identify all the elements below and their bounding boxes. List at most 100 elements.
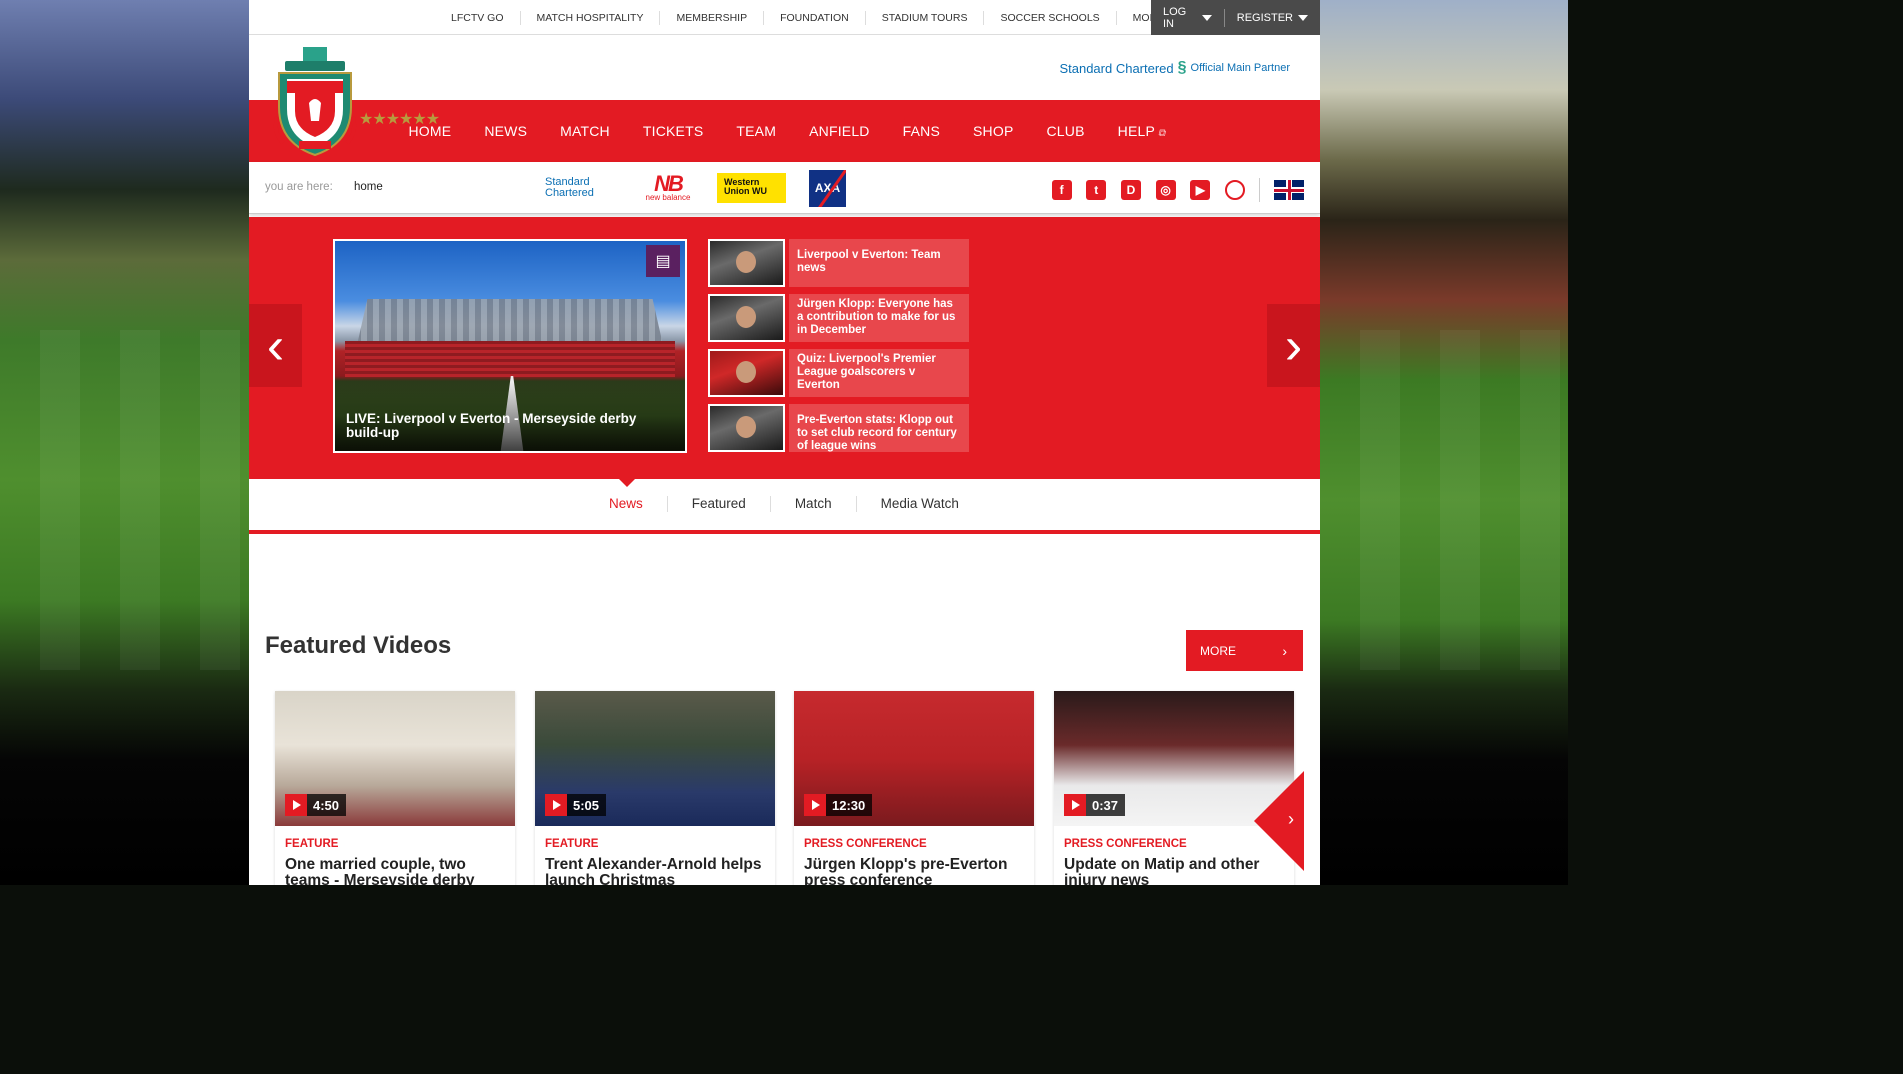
video-title: Jürgen Klopp's pre-Everton press confere…: [804, 856, 1008, 886]
video-thumbnail: 12:30: [794, 691, 1034, 826]
chevron-down-icon: [1201, 14, 1212, 21]
nav-anfield[interactable]: ANFIELD: [793, 123, 887, 139]
link-soccer-schools[interactable]: SOCCER SCHOOLS: [984, 10, 1117, 25]
nav-club[interactable]: CLUB: [1030, 123, 1101, 139]
new-balance-logo: NB: [654, 171, 684, 196]
twitter-icon[interactable]: t: [1086, 180, 1107, 200]
sponsor-western-union[interactable]: Western Union WU: [717, 173, 786, 203]
nav-help-label: HELP: [1117, 123, 1156, 139]
tab-featured[interactable]: Featured: [668, 496, 771, 512]
dugout-icon[interactable]: D: [1120, 180, 1141, 200]
external-link-icon: ⧉: [1158, 128, 1166, 139]
story-thumbnail: [708, 404, 785, 452]
link-membership[interactable]: MEMBERSHIP: [660, 10, 765, 25]
video-duration: 4:50: [313, 797, 340, 813]
story-thumbnail: [708, 349, 785, 397]
chevron-down-icon: [1298, 14, 1308, 21]
link-foundation[interactable]: FOUNDATION: [764, 10, 866, 25]
video-title: One married couple, two teams - Merseysi…: [285, 856, 475, 886]
video-title: Update on Matip and other injury news: [1064, 856, 1260, 886]
story-title: Quiz: Liverpool's Premier League goalsco…: [789, 349, 969, 397]
nav-fans[interactable]: FANS: [886, 123, 956, 139]
video-category: FEATURE: [285, 838, 339, 850]
register-label: REGISTER: [1236, 11, 1293, 24]
video-thumbnail: 0:37: [1054, 691, 1294, 826]
breadcrumb-label: you are here:: [265, 181, 333, 193]
breadcrumb-current[interactable]: home: [354, 181, 383, 193]
social-links: f t D ◎ ▶: [1037, 178, 1304, 202]
login-button[interactable]: LOG IN: [1151, 6, 1224, 30]
club-crest-logo[interactable]: [273, 47, 357, 157]
utility-links: LFCTV GO MATCH HOSPITALITY MEMBERSHIP FO…: [435, 0, 1195, 35]
video-card[interactable]: 5:05 FEATURE Trent Alexander-Arnold help…: [535, 691, 775, 885]
chevron-right-icon: ›: [1282, 642, 1287, 659]
video-duration-badge: 0:37: [1064, 794, 1126, 816]
site-header: ★★★★★★ Standard Chartered § Official Mai…: [249, 35, 1320, 157]
nav-help[interactable]: HELP ⧉: [1101, 123, 1182, 139]
video-duration: 5:05: [573, 797, 600, 813]
social-divider: [1259, 178, 1260, 202]
featured-videos-more-button[interactable]: MORE ›: [1186, 630, 1303, 671]
carousel-prev-button[interactable]: ‹: [249, 304, 302, 387]
play-icon: [545, 794, 567, 816]
video-thumbnail: 5:05: [535, 691, 775, 826]
facebook-icon[interactable]: f: [1051, 180, 1072, 200]
play-icon: [804, 794, 826, 816]
nav-tickets[interactable]: TICKETS: [626, 123, 720, 139]
link-match-hospitality[interactable]: MATCH HOSPITALITY: [521, 10, 661, 25]
partner-name: Standard Chartered: [1059, 60, 1174, 76]
trophy-stars: ★★★★★★: [359, 111, 440, 128]
nav-news[interactable]: NEWS: [468, 123, 544, 139]
tab-media-watch[interactable]: Media Watch: [857, 496, 983, 512]
login-label: LOG IN: [1163, 5, 1187, 30]
carousel-next-button[interactable]: ›: [1267, 304, 1320, 387]
video-title: Trent Alexander-Arnold helps launch Chri…: [545, 856, 762, 886]
hero-story-item[interactable]: Jürgen Klopp: Everyone has a contributio…: [708, 294, 969, 342]
hero-story-item[interactable]: Liverpool v Everton: Team news: [708, 239, 969, 287]
video-duration-badge: 4:50: [285, 794, 347, 816]
tab-news[interactable]: News: [593, 496, 668, 512]
video-category: PRESS CONFERENCE: [804, 838, 927, 850]
stadium-seats-image: [345, 341, 675, 377]
register-button[interactable]: REGISTER: [1225, 12, 1320, 24]
play-icon: [1064, 794, 1086, 816]
stadium-background-left: [0, 0, 249, 885]
video-card[interactable]: 12:30 PRESS CONFERENCE Jürgen Klopp's pr…: [794, 691, 1034, 885]
chevron-right-icon: ›: [1288, 809, 1294, 829]
more-label: MORE: [1200, 643, 1236, 658]
new-balance-text: new balance: [645, 193, 691, 202]
youtube-icon[interactable]: ▶: [1190, 180, 1211, 200]
sponsor-axa[interactable]: AXA: [809, 169, 846, 207]
instagram-icon[interactable]: ◎: [1155, 180, 1176, 200]
story-thumbnail: [708, 294, 785, 342]
nav-match[interactable]: MATCH: [544, 123, 627, 139]
auth-bar: LOG IN REGISTER: [1151, 0, 1320, 35]
link-stadium-tours[interactable]: STADIUM TOURS: [866, 10, 985, 25]
stadium-background-right: [1320, 0, 1568, 885]
video-category: FEATURE: [545, 838, 599, 850]
hero-story-item[interactable]: Quiz: Liverpool's Premier League goalsco…: [708, 349, 969, 397]
video-duration-badge: 5:05: [545, 794, 607, 816]
active-tab-indicator: [618, 478, 636, 487]
language-flag-uk-icon[interactable]: [1274, 180, 1304, 200]
partner-label: Official Main Partner: [1190, 62, 1290, 74]
hero-main-title: LIVE: Liverpool v Everton - Merseyside d…: [346, 411, 637, 440]
sponsor-strip: Standard Chartered NB new balance Wester…: [545, 169, 846, 207]
main-partner[interactable]: Standard Chartered § Official Main Partn…: [1059, 59, 1290, 77]
story-title: Liverpool v Everton: Team news: [789, 239, 969, 287]
hero-story-item[interactable]: Pre-Everton stats: Klopp out to set club…: [708, 404, 969, 452]
weibo-icon[interactable]: [1225, 180, 1245, 200]
nav-team[interactable]: TEAM: [720, 123, 793, 139]
standard-chartered-icon: §: [1177, 59, 1187, 76]
nav-shop[interactable]: SHOP: [957, 123, 1030, 139]
hero-main-story[interactable]: ▤ LIVE: Liverpool v Everton - Merseyside…: [333, 239, 687, 453]
hero-carousel: ‹ ▤ LIVE: Liverpool v Everton - Merseysi…: [249, 217, 1320, 479]
tab-match[interactable]: Match: [771, 496, 857, 512]
video-duration-badge: 12:30: [804, 794, 873, 816]
link-lfctv-go[interactable]: LFCTV GO: [435, 10, 521, 25]
video-card[interactable]: 0:37 PRESS CONFERENCE Update on Matip an…: [1054, 691, 1294, 885]
sponsor-standard-chartered[interactable]: Standard Chartered: [545, 177, 617, 199]
video-duration: 12:30: [832, 797, 866, 813]
video-card[interactable]: 4:50 FEATURE One married couple, two tea…: [275, 691, 515, 885]
sponsor-new-balance[interactable]: NB new balance: [641, 171, 695, 202]
